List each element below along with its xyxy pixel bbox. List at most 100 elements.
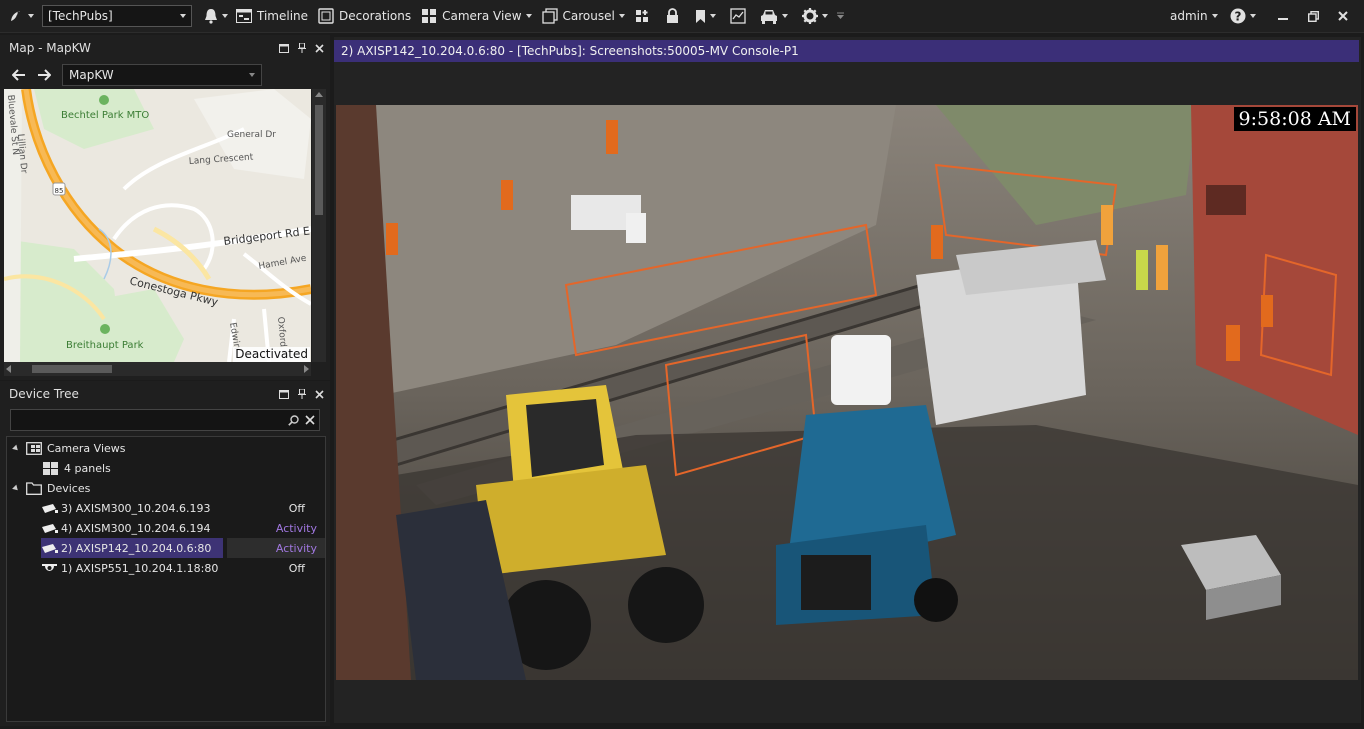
chevron-down-icon <box>781 14 788 18</box>
device-row[interactable]: 4) AXISM300_10.204.6.194 Activity <box>41 518 325 538</box>
device-status: Off <box>288 501 305 515</box>
device-search-input[interactable] <box>10 409 320 431</box>
expand-arrow-icon[interactable] <box>12 484 20 492</box>
chevron-down-icon <box>249 73 255 77</box>
settings-button[interactable] <box>798 0 832 33</box>
bookmark-button[interactable] <box>691 0 720 33</box>
map-select[interactable]: MapKW <box>62 64 262 86</box>
video-timestamp: 9:58:08 AM <box>1233 107 1356 131</box>
vehicle-button[interactable] <box>756 0 792 33</box>
clear-search-icon[interactable] <box>305 415 315 425</box>
lock-icon <box>666 8 678 23</box>
pin-icon[interactable] <box>298 43 306 53</box>
maximize-panel-icon[interactable] <box>279 43 289 53</box>
toolbar-overflow-button[interactable] <box>832 0 849 33</box>
map-label-breithaupt: Breithaupt Park <box>66 340 144 351</box>
map-panel-title: Map - MapKW <box>9 41 91 55</box>
forward-arrow-icon[interactable] <box>37 69 51 81</box>
vehicle-icon <box>760 9 777 24</box>
carousel-button[interactable]: Carousel <box>538 0 629 33</box>
four-panels-icon <box>43 461 58 475</box>
site-select[interactable]: [TechPubs] <box>42 5 192 27</box>
map-view[interactable]: 85 Bechtel Park MTO General Dr Lang Cres… <box>4 89 311 362</box>
scroll-right-arrow-icon[interactable] <box>304 365 309 373</box>
device-tree-title: Device Tree <box>9 387 79 401</box>
user-name: admin <box>1170 9 1208 23</box>
main-toolbar: [TechPubs] Timeline Decorations Camera V… <box>0 0 1364 33</box>
device-status: Activity <box>275 541 317 555</box>
tree-node-camera-views[interactable]: Camera Views <box>12 438 126 458</box>
map-canvas: 85 Bechtel Park MTO General Dr Lang Cres… <box>4 89 311 362</box>
chevron-down-icon <box>618 14 625 18</box>
layout-button[interactable] <box>631 0 656 33</box>
minimize-icon <box>1278 18 1288 20</box>
carousel-label: Carousel <box>562 9 615 23</box>
scrollbar-thumb[interactable] <box>32 365 112 373</box>
tree-label: Camera Views <box>47 441 126 455</box>
close-icon[interactable] <box>315 389 324 399</box>
chevron-down-icon <box>525 14 532 18</box>
chevron-down-icon <box>222 14 228 18</box>
decorations-button[interactable]: Decorations <box>314 0 415 33</box>
bookmark-icon <box>695 9 705 23</box>
device-name: 2) AXISP142_10.204.0.6:80 <box>61 541 212 555</box>
chevron-down-icon <box>836 12 844 19</box>
restore-window-button[interactable] <box>1304 0 1323 33</box>
chevron-down-icon <box>821 14 828 18</box>
notifications-button[interactable] <box>200 0 232 33</box>
device-row-selected[interactable]: 2) AXISP142_10.204.0.6:80 Activity <box>41 538 325 558</box>
device-row[interactable]: 1) AXISP551_10.204.1.18:80 Off <box>41 558 325 578</box>
camera-icon <box>42 543 58 553</box>
restore-icon <box>1308 10 1319 22</box>
gear-icon <box>801 8 818 24</box>
device-name: 3) AXISM300_10.204.6.193 <box>61 501 211 515</box>
maximize-panel-icon[interactable] <box>279 389 289 399</box>
lock-button[interactable] <box>662 0 683 33</box>
video-canvas: 2) AXISP142_10.204.0.6:80 - [TechPubs]: … <box>334 37 1361 723</box>
camera-view-label: Camera View <box>442 9 522 23</box>
tree-label: 4 panels <box>64 461 111 475</box>
tree-node-devices[interactable]: Devices <box>12 478 91 498</box>
help-button[interactable]: ? <box>1226 0 1260 33</box>
chevron-down-icon <box>28 14 34 18</box>
close-window-button[interactable] <box>1334 0 1352 33</box>
map-status-badge: Deactivated <box>233 347 310 362</box>
scroll-left-arrow-icon[interactable] <box>6 365 11 373</box>
map-navigation: MapKW <box>0 62 330 90</box>
minimize-window-button[interactable] <box>1274 0 1292 33</box>
camera-view-icon <box>422 9 437 23</box>
site-select-value: [TechPubs] <box>48 9 113 23</box>
camera-views-icon <box>26 441 42 455</box>
map-vertical-scrollbar[interactable] <box>312 89 326 362</box>
camera-view-button[interactable]: Camera View <box>417 0 535 33</box>
camera-video-feed[interactable]: 9:58:08 AM <box>336 105 1358 680</box>
chevron-down-icon <box>1250 14 1256 18</box>
device-status: Off <box>288 561 305 575</box>
timeline-label: Timeline <box>257 9 309 23</box>
video-tile-title[interactable]: 2) AXISP142_10.204.0.6:80 - [TechPubs]: … <box>334 40 1359 62</box>
device-name: 1) AXISP551_10.204.1.18:80 <box>61 561 219 575</box>
device-row[interactable]: 3) AXISM300_10.204.6.193 Off <box>41 498 325 518</box>
back-arrow-icon[interactable] <box>12 69 26 81</box>
camera-icon <box>42 523 58 533</box>
tree-node-4-panels[interactable]: 4 panels <box>43 458 111 478</box>
app-menu-button[interactable] <box>0 0 38 33</box>
decorations-icon <box>318 8 334 24</box>
app-logo-icon <box>11 11 21 21</box>
camera-icon <box>42 503 58 513</box>
pin-icon[interactable] <box>298 389 306 399</box>
close-icon[interactable] <box>315 43 324 53</box>
device-tree: Camera Views 4 panels Devices 3) AXISM30… <box>6 436 326 722</box>
map-horizontal-scrollbar[interactable] <box>4 362 311 376</box>
search-icon[interactable] <box>288 415 299 426</box>
tree-label: Devices <box>47 481 91 495</box>
report-icon <box>730 8 746 24</box>
user-menu[interactable]: admin <box>1166 0 1222 33</box>
device-tree-panel: Device Tree Camera Views 4 panels Device… <box>0 381 330 726</box>
timeline-button[interactable]: Timeline <box>232 0 312 33</box>
scrollbar-thumb[interactable] <box>315 105 323 215</box>
expand-arrow-icon[interactable] <box>12 444 20 452</box>
scroll-up-arrow-icon[interactable] <box>315 92 323 97</box>
report-button[interactable] <box>726 0 750 33</box>
device-status: Activity <box>275 521 317 535</box>
